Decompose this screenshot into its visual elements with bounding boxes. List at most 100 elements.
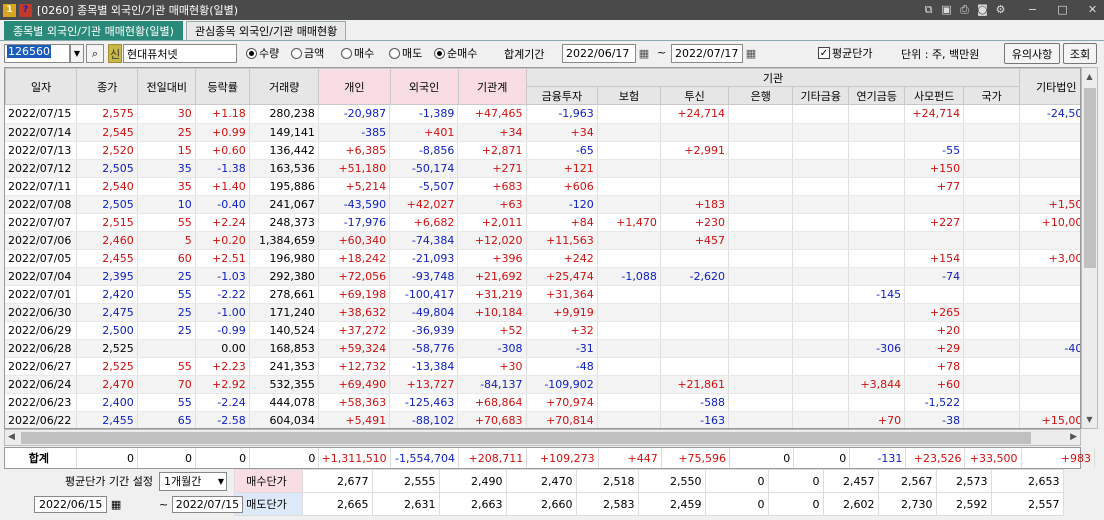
scroll-up-icon[interactable]: ▲: [1082, 68, 1097, 85]
chevron-down-icon[interactable]: ▼: [70, 44, 84, 63]
avg-price-checkbox[interactable]: ✓ 평균단가: [818, 45, 872, 61]
table-row[interactable]: 2022/06/23 2,400 55 -2.24 444,078 +58,363 -125…: [5, 393, 1080, 412]
tab-daily[interactable]: 종목별 외국인/기관 매매현황(일별): [4, 21, 183, 40]
radio-net[interactable]: 순매수: [434, 45, 477, 61]
buy-price-cell: 2,555: [371, 469, 440, 493]
table-row[interactable]: 2022/07/14 2,545 25 +0.99 149,141 -385 +401 +34…: [5, 123, 1080, 142]
tab-watchlist[interactable]: 관심종목 외국인/기관 매매현황: [185, 21, 347, 40]
radio-icon[interactable]: [291, 47, 302, 59]
table-cell: +1.40: [195, 177, 250, 196]
horizontal-scrollbar[interactable]: ◀ ▶: [4, 429, 1081, 446]
radio-buy[interactable]: 매수: [341, 45, 374, 61]
help-icon[interactable]: ?: [19, 3, 32, 17]
calendar-icon[interactable]: ▦: [743, 44, 759, 63]
table-cell: +183: [660, 195, 730, 214]
table-cell: [963, 285, 1021, 304]
notice-button[interactable]: 유의사항: [1004, 43, 1060, 64]
table-cell: +38,632: [318, 303, 391, 322]
stock-code-input[interactable]: 126560: [4, 44, 70, 63]
table-cell: 2,525: [76, 339, 138, 358]
radio-amount[interactable]: 금액: [291, 45, 324, 61]
table-row[interactable]: 2022/07/15 2,575 30 +1.18 280,238 -20,987 -1,3…: [5, 105, 1080, 124]
maximize-icon[interactable]: □: [1055, 2, 1070, 17]
table-row[interactable]: 2022/07/04 2,395 25 -1.03 292,380 +72,056 -93,…: [5, 267, 1080, 286]
avg-to-input[interactable]: 2022/07/15: [171, 495, 244, 513]
table-row[interactable]: 2022/06/29 2,500 25 -0.99 140,524 +37,272 -36,…: [5, 321, 1080, 340]
table-cell: +77: [904, 177, 965, 196]
table-row[interactable]: 2022/07/05 2,455 60 +2.51 196,980 +18,242 -21,…: [5, 249, 1080, 268]
table-cell: [848, 123, 906, 142]
radio-sell[interactable]: 매도: [389, 45, 422, 61]
table-cell: [848, 105, 906, 124]
table-cell: -400: [1019, 339, 1080, 358]
table-cell: [963, 177, 1021, 196]
close-icon[interactable]: ✕: [1085, 2, 1100, 17]
table-cell: 1,384,659: [249, 231, 319, 250]
table-row[interactable]: 2022/06/30 2,475 25 -1.00 171,240 +38,632 -49,…: [5, 303, 1080, 322]
table-row[interactable]: 2022/07/08 2,505 10 -0.40 241,067 -43,590 +42,…: [5, 195, 1080, 214]
table-cell: 2,500: [76, 321, 138, 340]
date-to-input[interactable]: 2022/07/17: [671, 44, 743, 63]
radio-icon[interactable]: [341, 47, 352, 59]
minimize-icon[interactable]: −: [1025, 2, 1040, 17]
table-cell: 149,141: [249, 123, 319, 142]
calendar-icon[interactable]: ▦: [111, 498, 121, 511]
avg-from-input[interactable]: 2022/06/15: [34, 495, 108, 513]
sell-price-cell: 2,631: [371, 492, 440, 516]
table-cell: -24,500: [1019, 105, 1080, 124]
radio-qty[interactable]: 수량: [246, 45, 279, 61]
date-cell: 2022/07/14: [5, 123, 77, 142]
vertical-scrollbar[interactable]: ▲ ▼: [1081, 67, 1098, 429]
table-cell: -2.58: [195, 411, 250, 428]
calendar-icon[interactable]: ▦: [636, 44, 652, 63]
table-cell: [792, 159, 850, 178]
table-cell: +13,727: [389, 375, 459, 394]
avg-period-select[interactable]: 1개월간 ▼: [159, 469, 234, 493]
scroll-left-icon[interactable]: ◀: [8, 432, 15, 442]
table-cell: [660, 303, 730, 322]
table-row[interactable]: 2022/06/28 2,525 0.00 168,853 +59,324 -58,776…: [5, 339, 1080, 358]
query-button[interactable]: 조회: [1063, 43, 1097, 64]
table-row[interactable]: 2022/06/24 2,470 70 +2.92 532,355 +69,490 +13,…: [5, 375, 1080, 394]
table-cell: -55: [904, 141, 965, 160]
table-row[interactable]: 2022/07/12 2,505 35 -1.38 163,536 +51,180 -50,…: [5, 159, 1080, 178]
menu-number-icon[interactable]: 1: [3, 3, 16, 17]
table-row[interactable]: 2022/07/01 2,420 55 -2.22 278,661 +69,198 -100…: [5, 285, 1080, 304]
table-row[interactable]: 2022/07/06 2,460 5 +0.20 1,384,659 +60,340 -74…: [5, 231, 1080, 250]
table-row[interactable]: 2022/06/27 2,525 55 +2.23 241,353 +12,732 -13,…: [5, 357, 1080, 376]
table-cell: [792, 285, 850, 304]
table-row[interactable]: 2022/07/07 2,515 55 +2.24 248,373 -17,976 +6,6…: [5, 213, 1080, 232]
settings-icon[interactable]: ⚙: [993, 2, 1008, 17]
radio-icon[interactable]: [246, 47, 257, 59]
date-from-input[interactable]: 2022/06/17: [562, 44, 636, 63]
table-cell: [848, 195, 906, 214]
print-icon[interactable]: ⎙: [957, 2, 972, 17]
table-cell: 2,400: [76, 393, 138, 412]
scroll-down-icon[interactable]: ▼: [1082, 411, 1097, 428]
scroll-right-icon[interactable]: ▶: [1070, 432, 1077, 442]
table-cell: +42,027: [389, 195, 459, 214]
radio-icon[interactable]: [434, 47, 445, 59]
table-cell: -43,590: [318, 195, 391, 214]
date-cell: 2022/07/12: [5, 159, 77, 178]
total-cell: -1,554,704: [390, 448, 459, 468]
scroll-thumb[interactable]: [1084, 88, 1096, 268]
sell-price-cell: 2,592: [935, 492, 992, 516]
table-cell: +9,919: [526, 303, 598, 322]
camera-icon[interactable]: ◙: [975, 2, 990, 17]
table-cell: +24,714: [904, 105, 965, 124]
table-row[interactable]: 2022/07/11 2,540 35 +1.40 195,886 +5,214 -5,50…: [5, 177, 1080, 196]
table-cell: [963, 357, 1021, 376]
table-cell: -74,384: [389, 231, 459, 250]
chevron-down-icon[interactable]: ▼: [218, 473, 226, 490]
buy-price-cell: 2,573: [935, 469, 992, 493]
check-icon[interactable]: ✓: [818, 47, 830, 59]
scroll-thumb[interactable]: [21, 432, 1031, 444]
table-row[interactable]: 2022/07/13 2,520 15 +0.60 136,442 +6,385 -8,85…: [5, 141, 1080, 160]
link-icon[interactable]: ⧉: [921, 2, 936, 17]
radio-icon[interactable]: [389, 47, 400, 59]
table-row[interactable]: 2022/06/22 2,455 65 -2.58 604,034 +5,491 -88,1…: [5, 411, 1080, 428]
table-cell: +24,714: [660, 105, 730, 124]
search-icon[interactable]: ⌕: [86, 44, 104, 63]
save-icon[interactable]: ▣: [939, 2, 954, 17]
